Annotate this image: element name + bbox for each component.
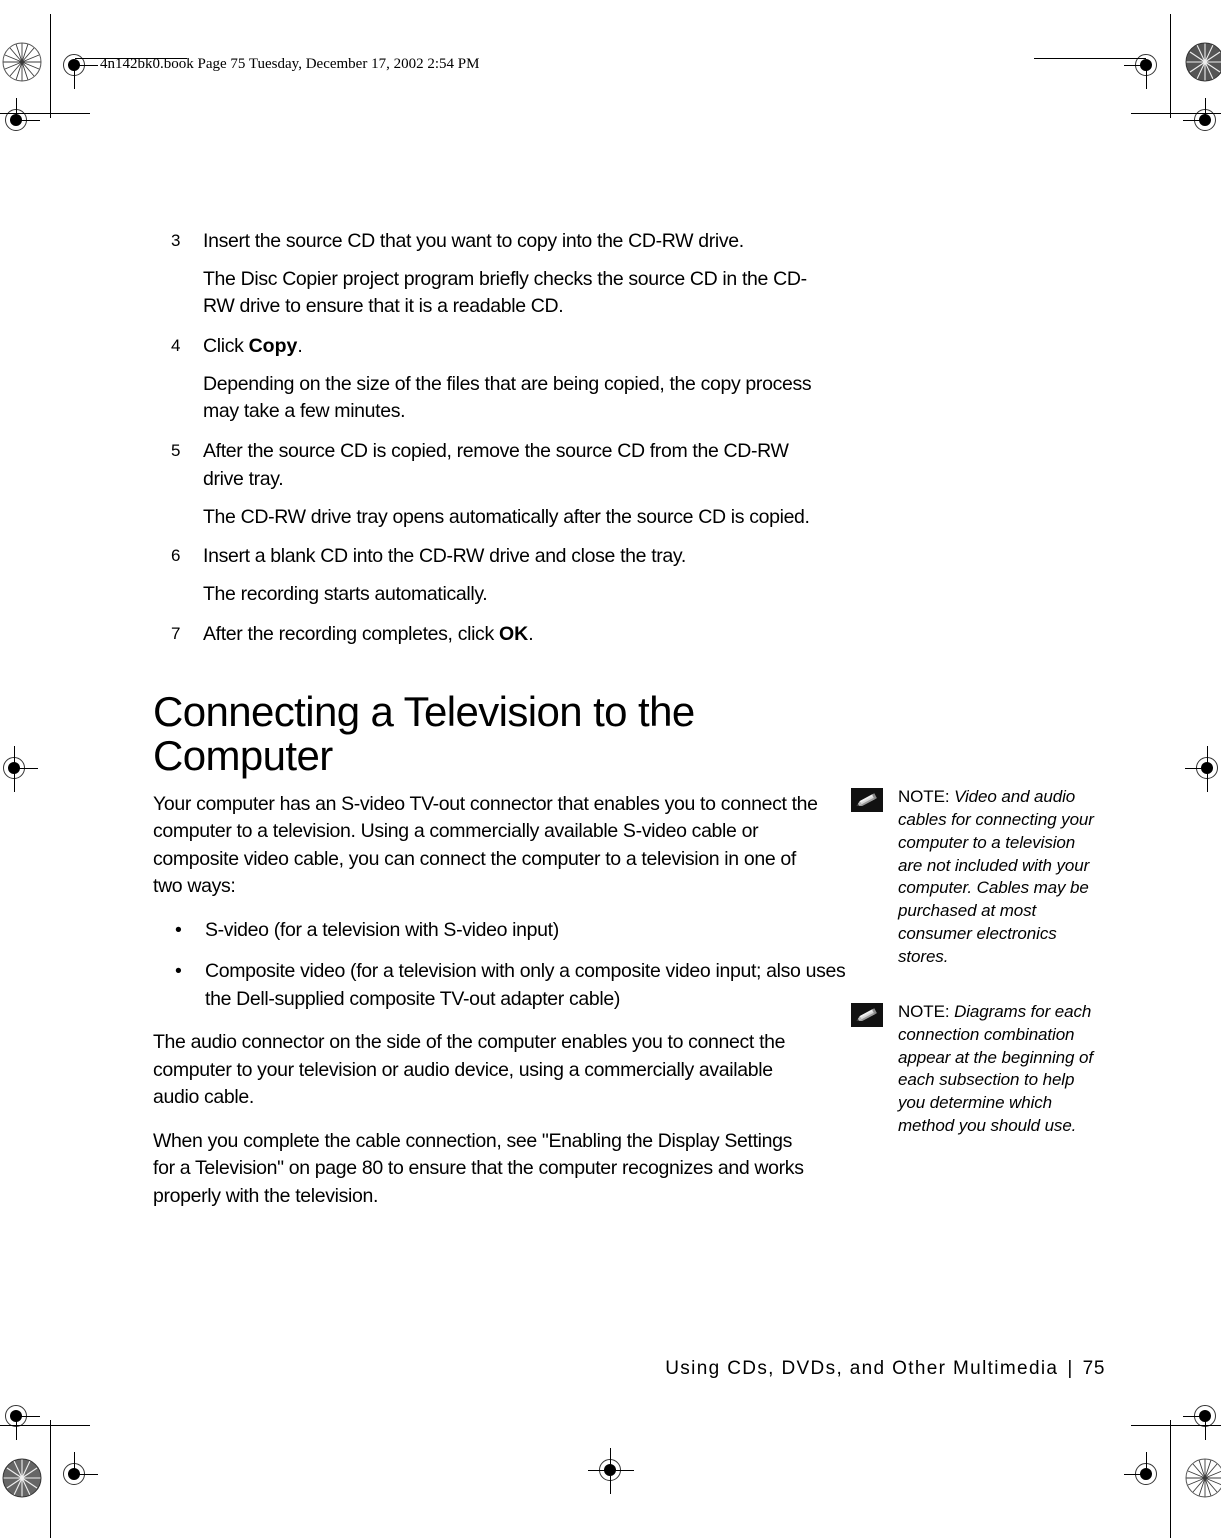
note-label: NOTE: bbox=[898, 787, 955, 806]
rosette-mark-top-right bbox=[1185, 42, 1221, 82]
step-text-after: . bbox=[297, 335, 303, 358]
margin-notes: NOTE: Video and audio cables for connect… bbox=[851, 786, 1101, 1171]
trim-rule-top-right bbox=[1034, 58, 1146, 59]
enabling-display-paragraph: When you complete the cable connection, … bbox=[153, 1129, 804, 1207]
crosshair-top-right bbox=[1124, 43, 1170, 89]
crosshair-bottom-center bbox=[588, 1448, 634, 1494]
step-number: 7 bbox=[171, 623, 181, 643]
bullet-icon: • bbox=[175, 960, 182, 983]
note-callout: NOTE: Diagrams for each connection combi… bbox=[851, 1001, 1101, 1138]
crosshair-mid-left bbox=[0, 746, 38, 792]
step-text-before: Click bbox=[203, 335, 249, 358]
numbered-step: 4 Click Copy. bbox=[153, 333, 1113, 361]
audio-connector-paragraph: The audio connector on the side of the c… bbox=[153, 1031, 786, 1109]
rosette-mark-bottom-right bbox=[1185, 1458, 1221, 1498]
page-title-line-1: Connecting a Television to the bbox=[153, 688, 695, 736]
step-text: Click Copy. bbox=[203, 333, 818, 361]
numbered-step: 5 After the source CD is copied, remove … bbox=[153, 438, 1113, 493]
step-text-before: After the recording completes, click bbox=[203, 622, 499, 645]
step-number: 4 bbox=[171, 336, 181, 356]
step-followup-text: The recording starts automatically. bbox=[203, 582, 488, 605]
footer-separator: | bbox=[1067, 1358, 1074, 1379]
trim-rule-right-upper bbox=[1131, 113, 1221, 114]
list-item: • S-video (for a television with S-video… bbox=[153, 917, 870, 944]
step-number: 6 bbox=[171, 546, 181, 566]
step-text: Insert the source CD that you want to co… bbox=[203, 230, 744, 252]
step-text-after: . bbox=[528, 622, 534, 645]
intro-paragraph: Your computer has an S-video TV-out conn… bbox=[153, 792, 818, 898]
step-followup-text: The Disc Copier project program briefly … bbox=[203, 267, 807, 318]
numbered-step: 3 Insert the source CD that you want to … bbox=[153, 228, 1113, 256]
trim-rule-left-lower bbox=[0, 1425, 90, 1426]
page-title: Connecting a Television to the Computer bbox=[153, 690, 753, 777]
step-text: After the recording completes, click OK. bbox=[203, 621, 818, 649]
page-footer: Using CDs, DVDs, and Other Multimedia | 75 bbox=[0, 1358, 1105, 1380]
list-item-label: S-video (for a television with S-video i… bbox=[205, 918, 559, 941]
numbered-step: 6 Insert a blank CD into the CD-RW drive… bbox=[153, 543, 1113, 571]
trim-rule-left-upper bbox=[0, 113, 90, 114]
trim-line-left bbox=[50, 14, 51, 118]
step-followup-text: Depending on the size of the files that … bbox=[203, 372, 812, 423]
note-text: Video and audio cables for connecting yo… bbox=[898, 787, 1094, 967]
ui-label-ok: OK bbox=[498, 622, 529, 645]
step-followup-text: The CD-RW drive tray opens automatically… bbox=[203, 505, 810, 528]
rosette-mark-top-left bbox=[2, 42, 42, 82]
note-label: NOTE: bbox=[898, 1001, 955, 1021]
page-title-line-2: Computer bbox=[153, 731, 333, 779]
step-number: 3 bbox=[171, 231, 181, 250]
ui-label-copy: Copy bbox=[248, 335, 298, 358]
note-callout: NOTE: Video and audio cables for connect… bbox=[851, 786, 1101, 969]
trim-line-right bbox=[1170, 14, 1171, 118]
trim-rule-right-lower bbox=[1131, 1425, 1221, 1426]
crosshair-bottom-right bbox=[1124, 1452, 1170, 1498]
crosshair-left-upper bbox=[0, 98, 40, 144]
trim-line-right-bottom bbox=[1170, 1420, 1171, 1538]
crosshair-right-upper bbox=[1183, 98, 1221, 144]
crosshair-bottom-left bbox=[52, 1452, 98, 1498]
pencil-note-icon bbox=[851, 788, 883, 812]
crosshair-mid-right bbox=[1185, 746, 1221, 792]
footer-chapter-title: Using CDs, DVDs, and Other Multimedia bbox=[665, 1358, 1059, 1379]
book-header-text: 4n142bk0.book Page 75 Tuesday, December … bbox=[100, 56, 480, 72]
crosshair-left-lower bbox=[0, 1394, 40, 1440]
footer-page-number: 75 bbox=[1082, 1358, 1105, 1379]
list-item-label: Composite video (for a television with o… bbox=[205, 960, 846, 1010]
rosette-mark-bottom-left bbox=[2, 1458, 42, 1498]
bullet-icon: • bbox=[175, 918, 182, 941]
numbered-step: 7 After the recording completes, click O… bbox=[153, 621, 1113, 649]
step-text: Insert a blank CD into the CD-RW drive a… bbox=[203, 545, 686, 568]
list-item: • Composite video (for a television with… bbox=[153, 958, 870, 1013]
step-number: 5 bbox=[171, 441, 181, 461]
note-text: Diagrams for each connection combination… bbox=[898, 1001, 1093, 1136]
step-text: After the source CD is copied, remove th… bbox=[203, 440, 789, 490]
crosshair-right-lower bbox=[1183, 1394, 1221, 1440]
crosshair-top-left bbox=[52, 43, 98, 89]
pencil-note-icon bbox=[851, 1002, 883, 1027]
trim-line-left-bottom bbox=[50, 1420, 51, 1538]
